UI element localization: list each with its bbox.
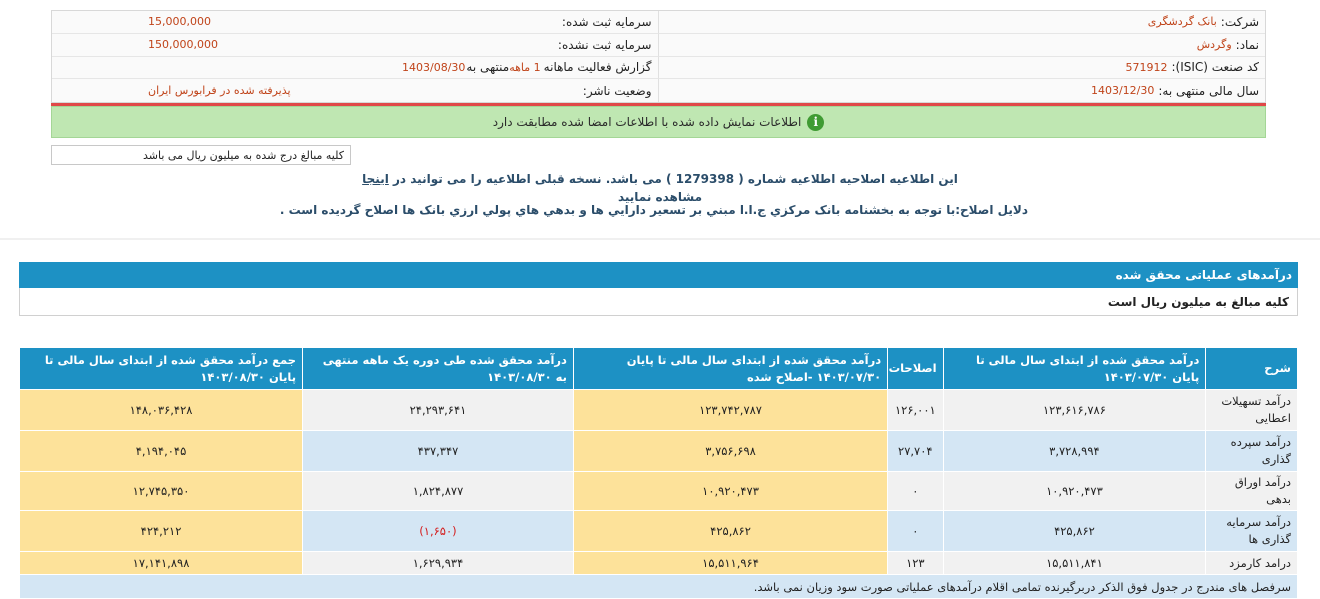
section-subtitle: کلیه مبالغ به میلیون ریال است	[19, 288, 1298, 316]
table-row: درامد کارمزد ۱۵,۵۱۱,۸۴۱ ۱۲۳ ۱۵,۵۱۱,۹۶۴ ۱…	[18, 551, 1298, 575]
table-row: درآمد اوراق بدهی ۱۰,۹۲۰,۴۷۳ ۰ ۱۰,۹۲۰,۴۷۳…	[18, 471, 1298, 511]
header-ytd-previous: درآمد محقق شده از ابتدای سال مالی تا پای…	[942, 347, 1207, 390]
symbol-cell: نماد: وگردش	[658, 34, 1265, 57]
header-month-period: درآمد محقق شده طی دوره یک ماهه منتهی به …	[302, 347, 574, 390]
fiscal-year-value: 1403/12/30	[1090, 84, 1155, 98]
unregistered-capital-value: 150,000,000	[148, 38, 218, 52]
publisher-status-cell: وضعیت ناشر: پذیرفته شده در فرابورس ایران	[52, 79, 659, 102]
correction-notice: این اطلاعیه اصلاحیه اطلاعیه شماره ( 1279…	[0, 170, 1320, 206]
fiscal-year-cell: سال مالی منتهی به: 1403/12/30	[659, 79, 1266, 102]
company-value: بانک گردشگری	[1147, 15, 1217, 29]
company-label: شرکت:	[1220, 14, 1259, 29]
symbol-value: وگردش	[1196, 38, 1232, 52]
report-months-value: 1 ماهه	[509, 60, 541, 74]
cell-month-period: ۲۴,۲۹۳,۶۴۱	[302, 389, 574, 431]
section-separator	[0, 238, 1320, 240]
amount-note-text: کلیه مبالغ درج شده به میلیون ریال می باش…	[143, 148, 344, 162]
correction-prefix: این اطلاعیه اصلاحیه اطلاعیه شماره (	[738, 172, 958, 186]
cell-adjustments: ۱۲۶,۰۰۱	[887, 389, 944, 431]
cell-ytd-previous: ۱۰,۹۲۰,۴۷۳	[942, 471, 1207, 511]
cell-adjustments: ۰	[887, 471, 944, 511]
row-description: درآمد سپرده گذاری	[1205, 430, 1298, 472]
table-footer-note: سرفصل های مندرج در جدول فوق الذکر دربرگی…	[19, 574, 1298, 599]
amount-note-box: کلیه مبالغ درج شده به میلیون ریال می باش…	[51, 145, 351, 165]
cell-ytd-previous: ۱۲۳,۶۱۶,۷۸۶	[942, 389, 1207, 431]
cell-ytd-adjusted: ۱۰,۹۲۰,۴۷۳	[572, 471, 889, 511]
unregistered-capital-cell: سرمایه ثبت نشده: 150,000,000	[52, 33, 659, 57]
cell-ytd-total: ۴۲۴,۲۱۲	[18, 510, 304, 552]
fiscal-year-label: سال مالی منتهی به:	[1158, 83, 1259, 98]
verification-text: اطلاعات نمایش داده شده با اطلاعات امضا ش…	[492, 115, 802, 129]
cell-ytd-total: ۴,۱۹۴,۰۴۵	[18, 430, 304, 472]
revenue-table: شرح درآمد محقق شده از ابتدای سال مالی تا…	[18, 347, 1298, 599]
table-row: درآمد تسهیلات اعطایی ۱۲۳,۶۱۶,۷۸۶ ۱۲۶,۰۰۱…	[18, 389, 1298, 431]
row-description: درآمد اوراق بدهی	[1205, 471, 1298, 511]
header-ytd-adjusted: درآمد محقق شده از ابتدای سال مالی تا پای…	[572, 347, 889, 390]
row-description: درامد کارمزد	[1205, 551, 1298, 575]
company-info-box: شرکت: بانک گردشگری سرمایه ثبت شده: 15,00…	[51, 10, 1266, 103]
company-cell: شرکت: بانک گردشگری	[658, 11, 1265, 34]
report-suffix: منتهی به	[466, 60, 510, 75]
publisher-status-value: پذیرفته شده در فرابورس ایران	[148, 84, 291, 98]
cell-adjustments: ۰	[887, 510, 944, 552]
cell-ytd-total: ۱۷,۱۴۱,۸۹۸	[18, 551, 304, 575]
table-header-row: شرح درآمد محقق شده از ابتدای سال مالی تا…	[18, 347, 1298, 390]
isic-cell: کد صنعت (ISIC): 571912	[658, 57, 1265, 80]
revenue-table-wrapper: شرح درآمد محقق شده از ابتدای سال مالی تا…	[18, 347, 1298, 599]
cell-month-period: ۱,۸۲۴,۸۷۷	[302, 471, 574, 511]
cell-ytd-total: ۱۴۸,۰۳۶,۴۲۸	[18, 389, 304, 431]
row-description: درآمد تسهیلات اعطایی	[1205, 389, 1298, 431]
symbol-label: نماد:	[1235, 37, 1259, 52]
header-description: شرح	[1205, 347, 1298, 390]
cell-month-period: ۱,۶۲۹,۹۳۴	[302, 551, 574, 575]
section-title: درآمدهای عملیاتی محقق شده	[19, 262, 1298, 288]
registered-capital-cell: سرمایه ثبت شده: 15,000,000	[52, 11, 659, 34]
cell-adjustments: ۱۲۳	[887, 551, 944, 575]
isic-label: کد صنعت (ISIC):	[1171, 60, 1259, 75]
cell-ytd-previous: ۱۵,۵۱۱,۸۴۱	[942, 551, 1207, 575]
report-period-cell: گزارش فعالیت ماهانه 1 ماهه منتهی به 1403…	[52, 56, 659, 80]
cell-ytd-previous: ۴۲۵,۸۶۲	[942, 510, 1207, 552]
isic-value: 571912	[1125, 60, 1168, 74]
cell-ytd-adjusted: ۱۲۳,۷۴۲,۷۸۷	[572, 389, 889, 431]
correction-reason: دلایل اصلاح:با توجه به بخشنامه بانک مرکز…	[279, 203, 1028, 217]
cell-adjustments: ۲۷,۷۰۴	[887, 430, 944, 472]
correction-mid: ) می باشد. نسخه قبلی اطلاعیه را می توانی…	[393, 172, 672, 186]
cell-ytd-adjusted: ۱۵,۵۱۱,۹۶۴	[572, 551, 889, 575]
row-description: درآمد سرمایه گذاری ها	[1205, 510, 1298, 552]
registered-capital-value: 15,000,000	[148, 15, 211, 29]
correction-number: 1279398	[675, 172, 735, 186]
unregistered-capital-label: سرمایه ثبت نشده:	[557, 37, 652, 52]
report-date-value: 1403/08/30	[402, 60, 466, 74]
cell-month-period: ۴۳۷,۳۴۷	[302, 430, 574, 472]
table-row: درآمد سرمایه گذاری ها ۴۲۵,۸۶۲ ۰ ۴۲۵,۸۶۲ …	[18, 510, 1298, 552]
cell-ytd-previous: ۳,۷۲۸,۹۹۴	[942, 430, 1207, 472]
cell-month-period-negative: (۱,۶۵۰)	[302, 510, 574, 552]
header-adjustments: اصلاحات	[887, 347, 944, 390]
cell-ytd-total: ۱۲,۷۴۵,۳۵۰	[18, 471, 304, 511]
table-footer-row: سرفصل های مندرج در جدول فوق الذکر دربرگی…	[19, 574, 1298, 599]
registered-capital-label: سرمایه ثبت شده:	[561, 14, 652, 29]
table-row: درآمد سپرده گذاری ۳,۷۲۸,۹۹۴ ۲۷,۷۰۴ ۳,۷۵۶…	[18, 430, 1298, 472]
report-label: گزارش فعالیت ماهانه	[543, 60, 652, 75]
info-icon: i	[807, 113, 825, 131]
header-ytd-total: جمع درآمد محقق شده از ابتدای سال مالی تا…	[18, 347, 304, 390]
verification-banner: i اطلاعات نمایش داده شده با اطلاعات امضا…	[51, 106, 1266, 138]
correction-suffix: مشاهده نمایید	[617, 190, 703, 204]
publisher-status-label: وضعیت ناشر:	[582, 83, 652, 98]
cell-ytd-adjusted: ۴۲۵,۸۶۲	[572, 510, 889, 552]
cell-ytd-adjusted: ۳,۷۵۶,۶۹۸	[572, 430, 889, 472]
previous-version-link[interactable]: اینجا	[362, 172, 389, 186]
